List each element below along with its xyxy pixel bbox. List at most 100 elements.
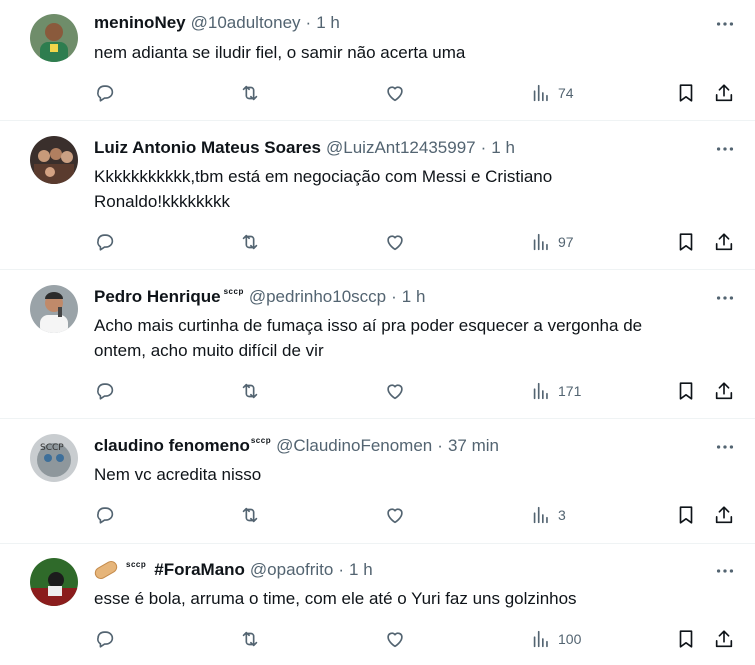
sccp-badge: sccp: [250, 436, 272, 445]
tweet-header: meninoNey @10adultoney · 1 h: [94, 12, 340, 34]
share-button[interactable]: [713, 379, 735, 403]
avatar[interactable]: [30, 14, 78, 62]
tweet-text-line: esse é bola, arruma o time, com ele até …: [94, 589, 577, 608]
views-count: 3: [558, 507, 566, 523]
author-handle[interactable]: @pedrinho10sccp: [249, 286, 386, 308]
tweet-text-line: Acho mais curtinha de fumaça isso aí pra…: [94, 316, 643, 335]
retweet-button[interactable]: [239, 503, 261, 527]
author-name[interactable]: Luiz Antonio Mateus Soares: [94, 137, 321, 159]
retweet-button[interactable]: [239, 379, 261, 403]
action-bar: 3: [94, 503, 739, 527]
tweet-1[interactable]: meninoNey @10adultoney · 1 h nem adianta…: [0, 0, 755, 120]
retweet-button[interactable]: [239, 230, 261, 254]
retweet-icon: [242, 507, 258, 523]
tweet-2[interactable]: Luiz Antonio Mateus Soares @LuizAnt12435…: [0, 121, 755, 269]
reply-icon: [97, 383, 114, 400]
bookmark-icon: [679, 506, 693, 524]
avatar[interactable]: [30, 285, 78, 333]
separator-dot: ·: [480, 138, 487, 157]
views-button[interactable]: 100: [530, 627, 581, 651]
like-icon: [387, 508, 403, 524]
author-handle[interactable]: @opaofrito: [250, 559, 333, 581]
timestamp[interactable]: 37 min: [448, 435, 499, 457]
like-icon: [387, 632, 403, 648]
views-count: 171: [558, 383, 582, 399]
more-icon[interactable]: [714, 560, 736, 582]
tweet-3[interactable]: Pedro Henrique sccp @pedrinho10sccp · 1 …: [0, 270, 755, 418]
views-count: 97: [558, 234, 574, 250]
svg-text:SCCP: SCCP: [40, 443, 64, 453]
bookmark-button[interactable]: [675, 379, 697, 403]
timestamp[interactable]: 1 h: [402, 286, 426, 308]
sccp-badge: sccp: [126, 560, 147, 569]
share-icon: [715, 630, 733, 648]
action-bar: 97: [94, 230, 739, 254]
reply-button[interactable]: [94, 81, 116, 105]
tweet-header: Luiz Antonio Mateus Soares @LuizAnt12435…: [94, 137, 515, 159]
bookmark-icon: [679, 382, 693, 400]
reply-button[interactable]: [94, 379, 116, 403]
views-button[interactable]: 74: [530, 81, 574, 105]
like-button[interactable]: [384, 81, 406, 105]
tweet-header: sccp #ForaMano @opaofrito · 1 h: [92, 558, 373, 582]
views-button[interactable]: 3: [530, 503, 566, 527]
timestamp[interactable]: 1 h: [316, 12, 340, 34]
bread-icon: [92, 558, 120, 582]
author-name[interactable]: Pedro Henrique: [94, 286, 221, 308]
more-icon[interactable]: [714, 287, 736, 309]
like-button[interactable]: [384, 230, 406, 254]
timestamp[interactable]: 1 h: [491, 137, 515, 159]
like-button[interactable]: [384, 379, 406, 403]
more-icon[interactable]: [714, 436, 736, 458]
like-button[interactable]: [384, 503, 406, 527]
like-icon: [387, 235, 403, 251]
share-button[interactable]: [713, 503, 735, 527]
separator-dot: ·: [305, 13, 312, 32]
views-icon: [533, 506, 548, 524]
share-button[interactable]: [713, 627, 735, 651]
timestamp[interactable]: 1 h: [349, 559, 373, 581]
bookmark-button[interactable]: [675, 81, 697, 105]
share-button[interactable]: [713, 81, 735, 105]
reply-button[interactable]: [94, 503, 116, 527]
action-bar: 74: [94, 81, 739, 105]
views-button[interactable]: 97: [530, 230, 574, 254]
reply-button[interactable]: [94, 230, 116, 254]
bookmark-icon: [679, 233, 693, 251]
bookmark-button[interactable]: [675, 503, 697, 527]
more-icon[interactable]: [714, 138, 736, 160]
separator-dot: ·: [391, 287, 397, 306]
retweet-button[interactable]: [239, 627, 261, 651]
views-icon: [533, 84, 548, 102]
retweet-button[interactable]: [239, 81, 261, 105]
reply-button[interactable]: [94, 627, 116, 651]
views-count: 74: [558, 85, 574, 101]
separator-dot: ·: [437, 436, 443, 455]
bookmark-icon: [679, 630, 693, 648]
share-button[interactable]: [713, 230, 735, 254]
like-button[interactable]: [384, 627, 406, 651]
tweet-4[interactable]: SCCP claudino fenomeno sccp @ClaudinoFen…: [0, 419, 755, 543]
reply-icon: [97, 631, 114, 648]
avatar[interactable]: [30, 136, 78, 184]
avatar[interactable]: SCCP: [30, 434, 78, 482]
author-name[interactable]: meninoNey: [94, 12, 186, 34]
author-handle[interactable]: @10adultoney: [191, 12, 301, 34]
views-button[interactable]: 171: [530, 379, 581, 403]
like-icon: [387, 86, 403, 102]
share-icon: [715, 382, 733, 400]
reply-icon: [97, 234, 114, 251]
author-name[interactable]: #ForaMano: [154, 559, 245, 581]
tweet-text-line: nem adianta se iludir fiel, o samir não …: [94, 43, 466, 62]
tweet-text: Kkkkkkkkkkk,tbm está em negociação com M…: [94, 164, 734, 214]
author-handle[interactable]: @ClaudinoFenomen: [276, 435, 432, 457]
author-name[interactable]: claudino fenomeno: [94, 435, 250, 457]
bookmark-button[interactable]: [675, 627, 697, 651]
share-icon: [715, 506, 733, 524]
avatar[interactable]: [30, 558, 78, 606]
more-icon[interactable]: [714, 13, 736, 35]
bookmark-button[interactable]: [675, 230, 697, 254]
bookmark-icon: [679, 84, 693, 102]
author-handle[interactable]: @LuizAnt12435997: [326, 137, 476, 159]
tweet-5[interactable]: sccp #ForaMano @opaofrito · 1 h esse é b…: [0, 544, 755, 665]
